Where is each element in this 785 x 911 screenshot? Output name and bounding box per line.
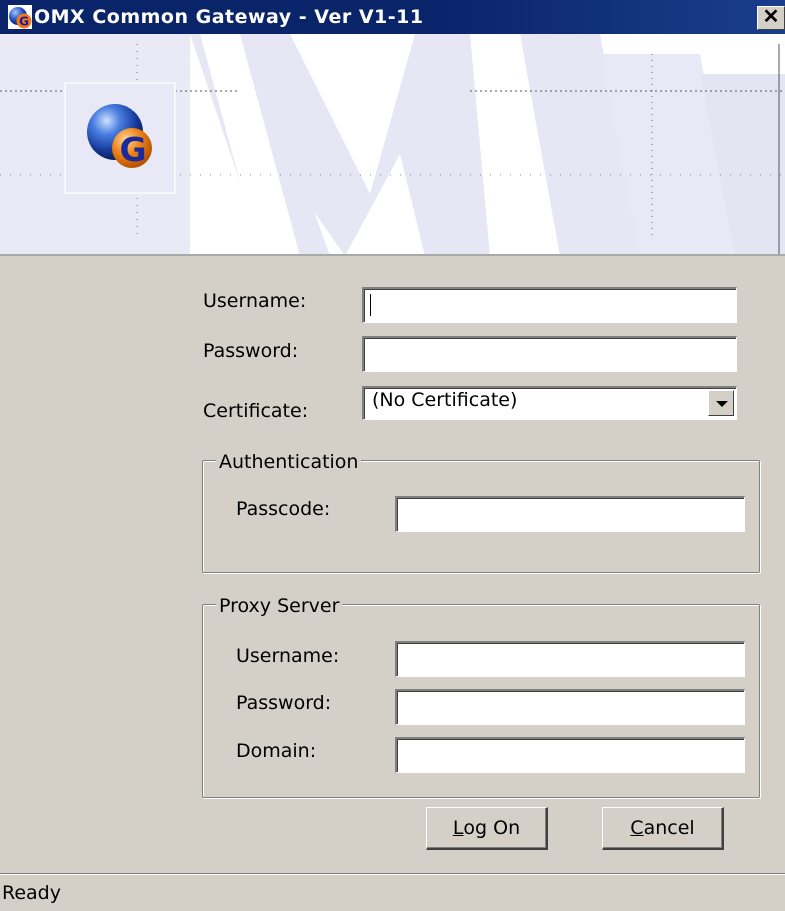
username-input[interactable]	[362, 287, 737, 323]
svg-text:G: G	[19, 15, 29, 29]
status-bar-text: Ready	[2, 882, 61, 904]
proxy-password-input[interactable]	[395, 689, 745, 725]
passcode-input[interactable]	[395, 496, 745, 532]
header-banner: G	[0, 34, 785, 256]
password-label: Password:	[203, 340, 299, 362]
password-input[interactable]	[362, 336, 737, 372]
omx-logo-icon: G	[87, 104, 152, 169]
certificate-dropdown-button[interactable]	[708, 390, 734, 416]
close-icon: ✕	[762, 6, 780, 28]
cancel-button[interactable]: Cancel	[602, 807, 724, 850]
text-caret	[370, 294, 371, 316]
proxy-domain-label: Domain:	[236, 740, 317, 762]
close-button[interactable]: ✕	[757, 6, 785, 30]
proxy-password-label: Password:	[236, 692, 332, 714]
certificate-label: Certificate:	[203, 400, 309, 422]
proxy-server-group-title: Proxy Server	[216, 595, 343, 617]
title-bar[interactable]: G OMX Common Gateway - Ver V1-11 ✕	[0, 0, 785, 34]
log-on-button[interactable]: Log On	[426, 807, 548, 850]
chevron-down-icon	[716, 401, 728, 407]
username-label: Username:	[203, 290, 307, 312]
omx-logo-icon: G	[8, 5, 32, 29]
svg-text:G: G	[119, 130, 146, 169]
certificate-selected-value: (No Certificate)	[372, 389, 518, 411]
passcode-label: Passcode:	[236, 498, 331, 520]
proxy-domain-input[interactable]	[395, 737, 745, 773]
status-bar-separator	[0, 873, 785, 875]
certificate-select[interactable]: (No Certificate)	[362, 386, 737, 420]
logo-frame: G	[64, 82, 176, 194]
window-title: OMX Common Gateway - Ver V1-11	[34, 6, 424, 28]
authentication-group-title: Authentication	[216, 451, 362, 473]
proxy-username-label: Username:	[236, 645, 340, 667]
proxy-username-input[interactable]	[395, 641, 745, 677]
